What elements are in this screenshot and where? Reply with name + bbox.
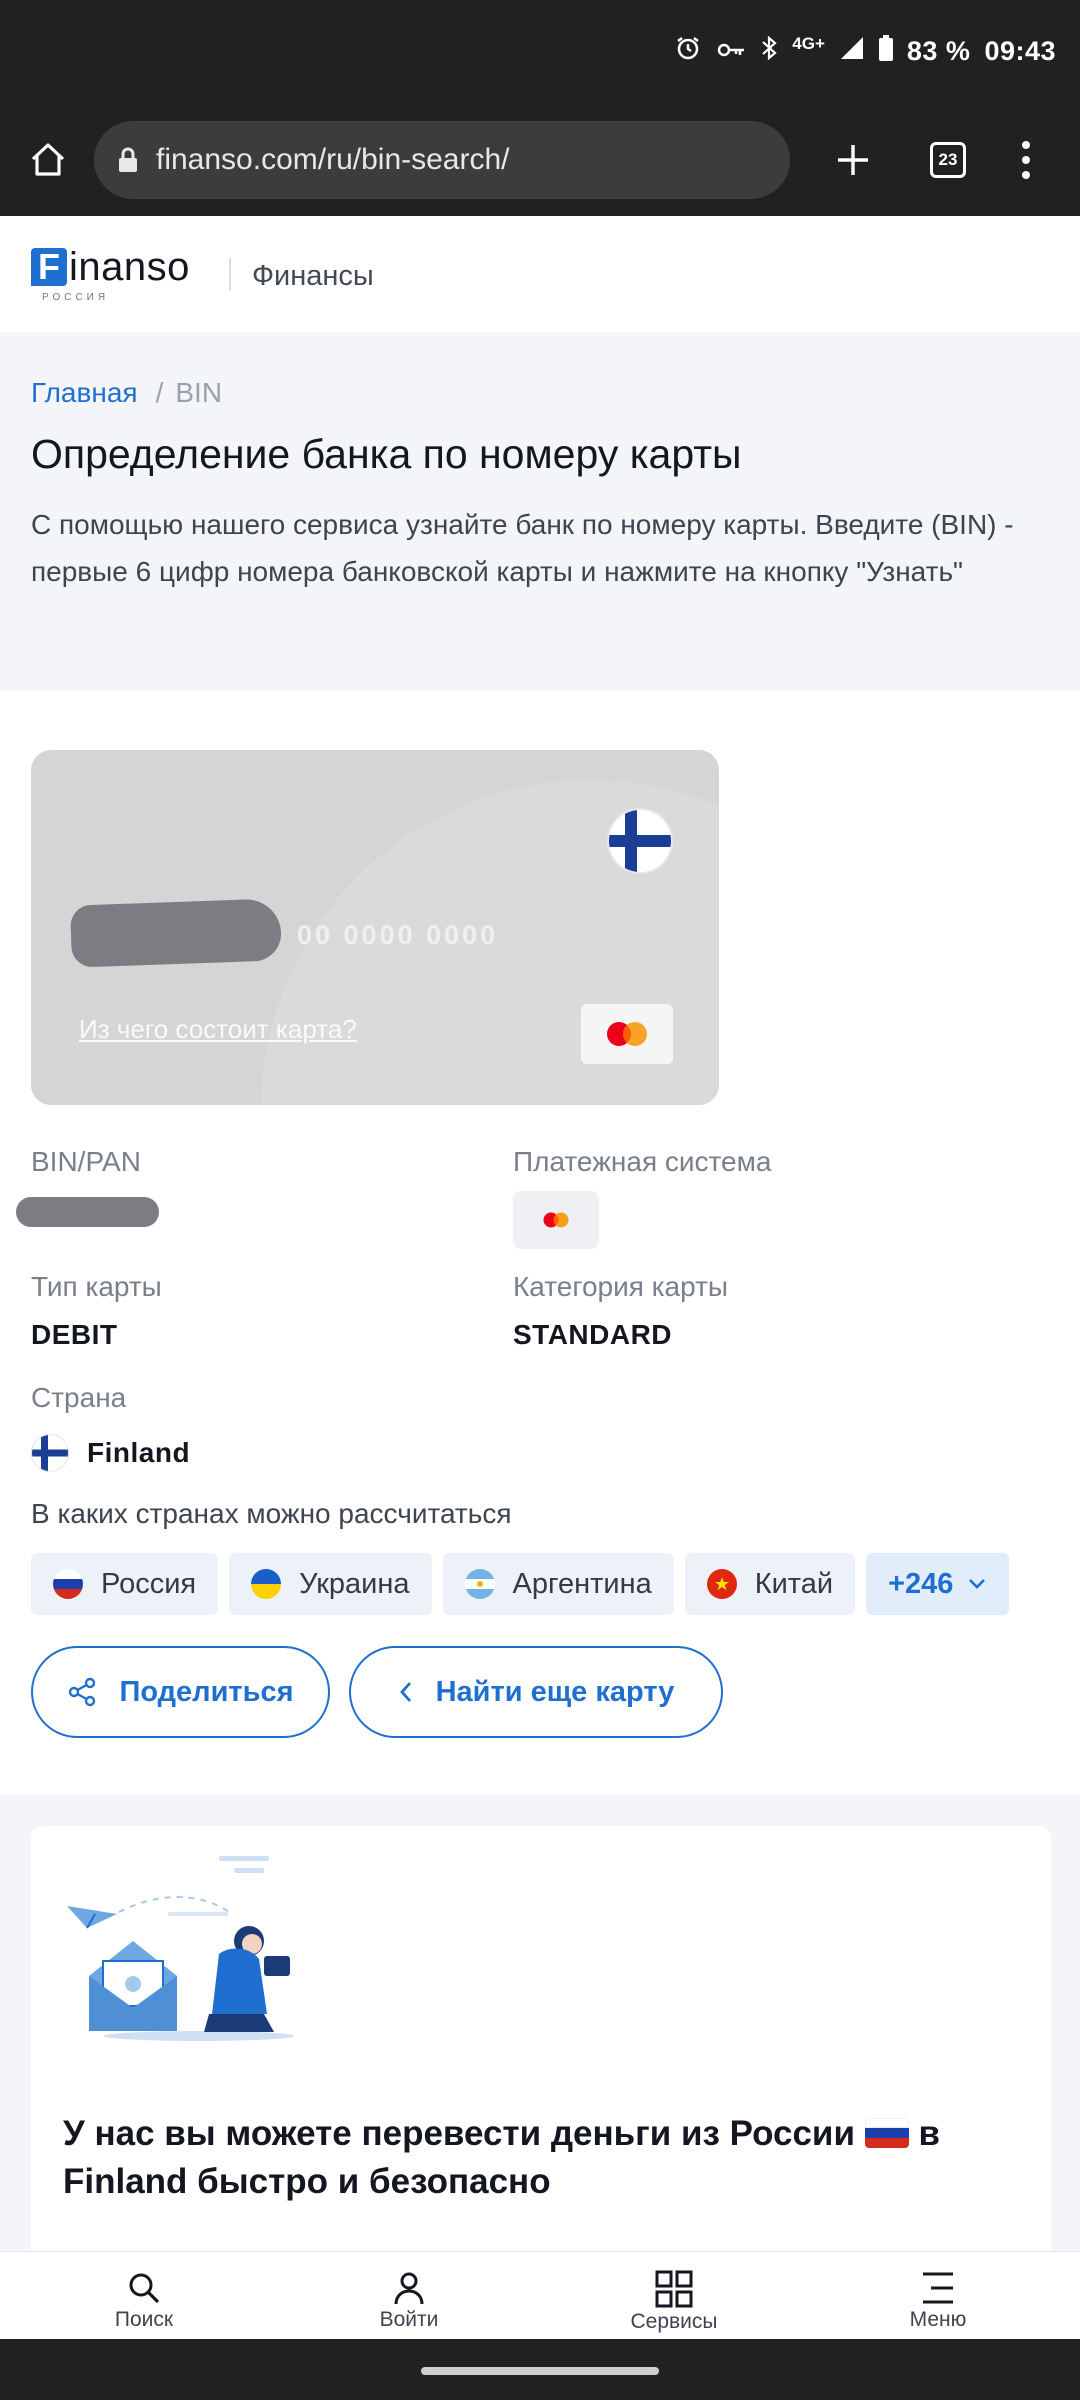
chip-label: Украина (299, 1567, 410, 1600)
country-chip[interactable]: Россия (31, 1553, 219, 1615)
more-options-button[interactable] (1010, 130, 1042, 190)
country-label: Страна (31, 1382, 127, 1413)
money-transfer-illustration (67, 1856, 294, 2041)
nav-services[interactable]: Сервисы (574, 2254, 774, 2334)
breadcrumb: Главная / BIN (31, 377, 222, 409)
nav-menu-label: Меню (909, 2308, 967, 2331)
home-icon (31, 143, 65, 176)
home-button[interactable] (22, 128, 74, 192)
nav-login[interactable]: Войти (309, 2254, 509, 2332)
country-value: Finland (87, 1437, 191, 1468)
payment-system-badge (513, 1191, 599, 1249)
logo-text: inanso (69, 245, 190, 289)
china-flag-icon (706, 1569, 737, 1599)
find-another-card-button[interactable]: Найти еще карту (349, 1646, 723, 1738)
finanso-logo[interactable]: F inanso (31, 245, 190, 289)
finland-flag-icon (609, 810, 671, 872)
share-icon (69, 1677, 96, 1707)
gesture-navigation-bar (0, 2339, 1080, 2400)
chip-label: Аргентина (512, 1567, 652, 1600)
dot (1022, 141, 1030, 149)
share-button-label: Поделиться (119, 1675, 294, 1708)
battery-icon (878, 35, 893, 68)
mastercard-icon (607, 1022, 647, 1046)
site-header: F inanso РОССИЯ Финансы (0, 216, 1080, 334)
card-category-label: Категория карты (513, 1271, 729, 1302)
dot (1022, 156, 1030, 164)
page-description: С помощью нашего сервиса узнайте банк по… (31, 509, 1014, 587)
breadcrumb-separator: / (155, 377, 164, 408)
url-text: finanso.com/ru/bin-search/ (156, 143, 510, 176)
address-bar[interactable]: finanso.com/ru/bin-search/ (94, 121, 790, 199)
dot (1022, 171, 1030, 179)
country-chip[interactable]: Аргентина (442, 1553, 674, 1615)
redacted-bin-value (16, 1197, 159, 1227)
countries-chip-list: Россия Украина Аргентина Китай +246 (31, 1553, 1010, 1615)
ukraine-flag-icon (251, 1569, 282, 1599)
card-category-value: STANDARD (513, 1319, 673, 1350)
tab-switcher-button[interactable]: 23 (930, 142, 966, 178)
home-gesture-handle[interactable] (421, 2367, 659, 2375)
alarm-icon (674, 34, 702, 69)
country-row: Finland (31, 1434, 190, 1472)
logo-mark: F (31, 248, 67, 286)
find-another-card-label: Найти еще карту (435, 1675, 675, 1708)
breadcrumb-home[interactable]: Главная (31, 377, 138, 408)
grid-icon (655, 2270, 693, 2308)
russia-flag-icon (864, 2118, 909, 2148)
argentina-flag-icon (464, 1569, 495, 1599)
finland-flag-icon (31, 1434, 69, 1472)
promo-title-part1: У нас вы можете перевести деньги из Росс… (63, 2114, 855, 2153)
status-bar: 4G+ 83 % 09:43 (0, 0, 1080, 104)
nav-services-label: Сервисы (630, 2310, 718, 2333)
page-title: Определение банка по номеру карты (31, 431, 742, 477)
country-chip[interactable]: Украина (229, 1553, 432, 1615)
logo-subtitle: РОССИЯ (42, 292, 110, 303)
russia-flag-icon (53, 1569, 83, 1599)
chip-label: Россия (101, 1567, 197, 1600)
redacted-card-digits (69, 898, 283, 968)
nav-search-label: Поиск (114, 2308, 174, 2331)
countries-label: В каких странах можно рассчитаться (31, 1498, 512, 1529)
mastercard-logo (581, 1004, 673, 1064)
bin-label: BIN/PAN (31, 1146, 141, 1177)
hero-section: Главная / BIN Определение банка по номеру … (0, 335, 1080, 691)
header-section-link[interactable]: Финансы (252, 260, 374, 293)
country-chip[interactable]: Китай (684, 1553, 856, 1615)
breadcrumb-current: BIN (175, 377, 223, 408)
lock-icon (119, 147, 137, 172)
chip-label: Китай (754, 1567, 834, 1600)
header-divider (229, 258, 231, 290)
card-type-value: DEBIT (31, 1319, 118, 1350)
card-type-label: Тип карты (31, 1271, 162, 1302)
search-icon (129, 2273, 160, 2304)
menu-icon (923, 2272, 953, 2304)
nav-menu[interactable]: Меню (838, 2254, 1038, 2332)
nav-search[interactable]: Поиск (44, 2254, 244, 2332)
bluetooth-icon (760, 34, 778, 69)
signal-icon (839, 35, 865, 68)
chevron-left-icon (399, 1682, 411, 1702)
network-type: 4G+ (792, 33, 825, 53)
more-countries-button[interactable]: +246 (866, 1553, 1010, 1615)
bank-card-preview: 00 0000 0000 Из чего состоит карта? (31, 750, 719, 1105)
vpn-key-icon (716, 36, 746, 67)
payment-system-label: Платежная система (513, 1146, 772, 1177)
nav-login-label: Войти (379, 2308, 439, 2331)
more-countries-count: +246 (888, 1567, 954, 1600)
plus-icon (838, 145, 868, 175)
browser-toolbar: finanso.com/ru/bin-search/ 23 (0, 104, 1080, 216)
chevron-down-icon (969, 1579, 986, 1589)
card-number: 00 0000 0000 (297, 920, 499, 950)
clock: 09:43 (984, 36, 1056, 66)
share-button[interactable]: Поделиться (31, 1646, 330, 1738)
promo-decor-line (168, 1912, 228, 1916)
mastercard-icon (543, 1212, 569, 1228)
card-anatomy-link[interactable]: Из чего состоит карта? (79, 1014, 357, 1045)
new-tab-button[interactable] (830, 128, 876, 192)
user-icon (394, 2272, 424, 2305)
promo-title: У нас вы можете перевести деньги из Росс… (63, 2110, 1043, 2206)
battery-level: 83 % (906, 36, 971, 66)
bottom-navigation: Поиск Войти Сервисы Меню (0, 2251, 1080, 2339)
